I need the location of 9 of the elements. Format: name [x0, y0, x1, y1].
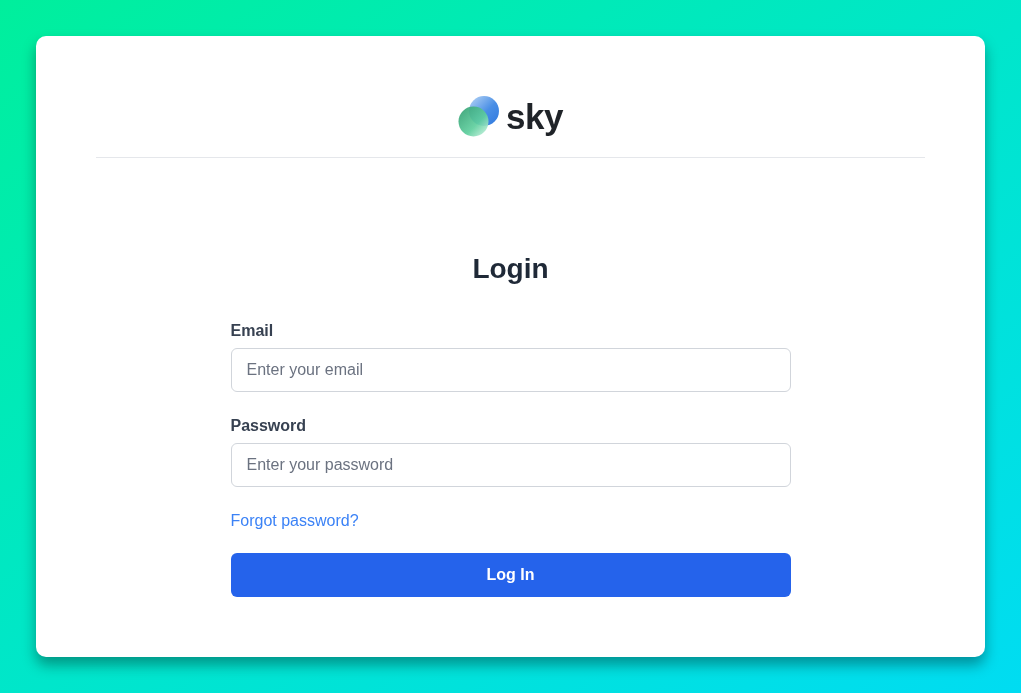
forgot-password-link[interactable]: Forgot password?: [230, 509, 359, 533]
input-field[interactable]: Enter your password: [230, 443, 791, 487]
login-button[interactable]: Log In: [230, 553, 791, 597]
logo-icon: [458, 96, 501, 137]
logo-text: sky: [506, 96, 563, 137]
login-heading: Login: [471, 252, 550, 286]
field-label: Password: [230, 416, 307, 436]
field-label: Email: [230, 321, 274, 341]
input-field[interactable]: Enter your email: [230, 348, 791, 392]
